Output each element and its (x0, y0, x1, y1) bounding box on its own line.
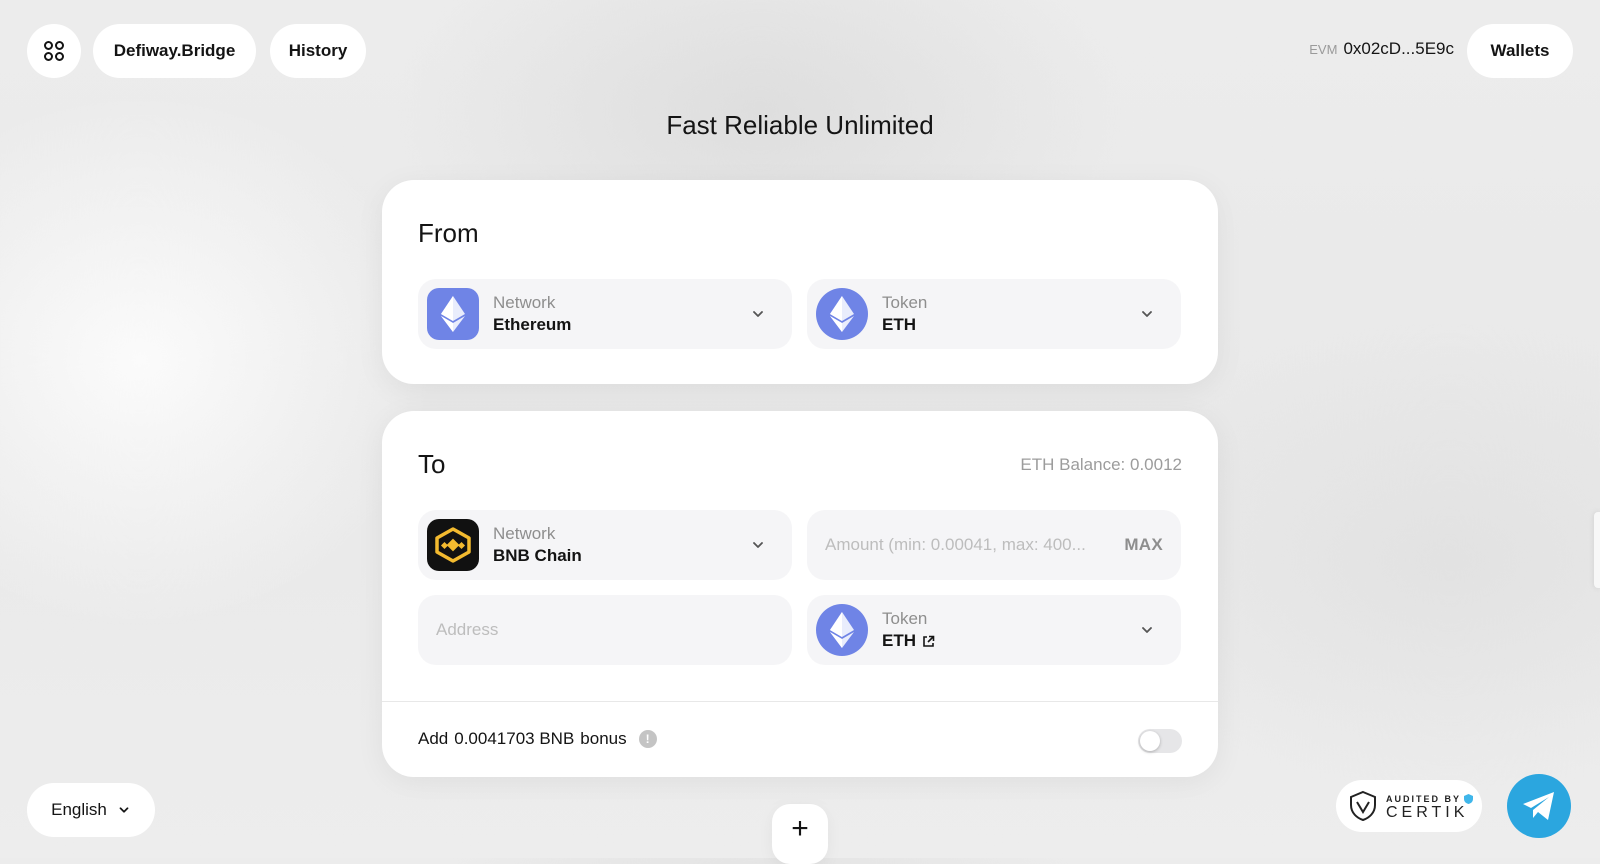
apps-menu-button[interactable] (27, 24, 81, 78)
telegram-button[interactable] (1507, 774, 1571, 838)
amount-placeholder: Amount (min: 0.00041, max: 400... (825, 535, 1086, 554)
bonus-suffix: bonus (580, 729, 627, 748)
external-link-icon[interactable] (922, 635, 935, 648)
to-token-value: ETH (882, 631, 916, 650)
wallets-button[interactable]: Wallets (1467, 24, 1573, 78)
from-network-select[interactable]: Network Ethereum (418, 279, 792, 349)
verified-shield-icon (1464, 794, 1474, 804)
max-button[interactable]: MAX (1124, 535, 1163, 555)
chevron-down-icon (753, 311, 763, 317)
chevron-down-icon (753, 542, 763, 548)
bonus-toggle[interactable] (1138, 729, 1182, 753)
ethereum-icon (427, 288, 479, 340)
from-token-select[interactable]: Token ETH (807, 279, 1181, 349)
to-card: To ETH Balance: 0.0012 Network BNB Chain… (382, 411, 1218, 777)
apps-grid-icon (44, 41, 64, 61)
address-input[interactable]: Address (418, 595, 792, 665)
page-title: Fast Reliable Unlimited (666, 110, 934, 140)
chevron-down-icon (1142, 627, 1152, 633)
to-network-value: BNB Chain (493, 546, 582, 565)
certik-shield-icon (1350, 790, 1376, 822)
history-button[interactable]: History (270, 24, 366, 78)
wallet-address-display[interactable]: EVM 0x02cD...5E9c (1309, 39, 1454, 59)
from-card: From Network Ethereum Token ETH (382, 180, 1218, 384)
to-title: To (418, 449, 446, 479)
eth-balance: ETH Balance: 0.0012 (1020, 455, 1182, 474)
to-network-select[interactable]: Network BNB Chain (418, 510, 792, 580)
address-placeholder: Address (436, 620, 499, 639)
from-token-label: Token (882, 293, 928, 312)
from-network-value: Ethereum (493, 315, 572, 334)
language-value: English (51, 800, 107, 819)
amount-input[interactable]: Amount (min: 0.00041, max: 400... MAX (807, 510, 1181, 580)
add-route-button[interactable]: + (772, 804, 828, 864)
eth-token-icon (816, 604, 868, 656)
from-network-label: Network (493, 293, 556, 312)
to-token-select[interactable]: Token ETH (807, 595, 1181, 665)
bonus-amount: 0.0041703 BNB (454, 729, 575, 748)
to-token-label: Token (882, 609, 928, 628)
from-token-value: ETH (882, 315, 916, 334)
wallet-address: 0x02cD...5E9c (1343, 39, 1454, 58)
bonus-prefix: Add (418, 729, 449, 748)
evm-tag: EVM (1309, 42, 1338, 57)
plus-icon: + (791, 812, 809, 845)
brand-button[interactable]: Defiway.Bridge (93, 24, 256, 78)
chevron-down-icon (119, 807, 129, 813)
certik-audit-badge[interactable]: AUDITED BY CERTIK (1336, 780, 1482, 832)
to-token-value-row: ETH (882, 630, 1139, 652)
from-title: From (418, 218, 479, 248)
language-select[interactable]: English (27, 783, 155, 837)
to-network-label: Network (493, 524, 556, 543)
chevron-down-icon (1142, 311, 1152, 317)
telegram-icon (1523, 792, 1554, 820)
bonus-row: Add 0.0041703 BNB bonus ! (418, 729, 657, 749)
bnb-chain-icon (427, 519, 479, 571)
info-icon[interactable]: ! (638, 730, 657, 748)
side-panel-handle[interactable] (1594, 512, 1600, 588)
eth-token-icon (816, 288, 868, 340)
certik-large-text: CERTIK (1386, 804, 1469, 821)
card-divider (382, 701, 1218, 702)
toggle-knob (1140, 731, 1160, 751)
